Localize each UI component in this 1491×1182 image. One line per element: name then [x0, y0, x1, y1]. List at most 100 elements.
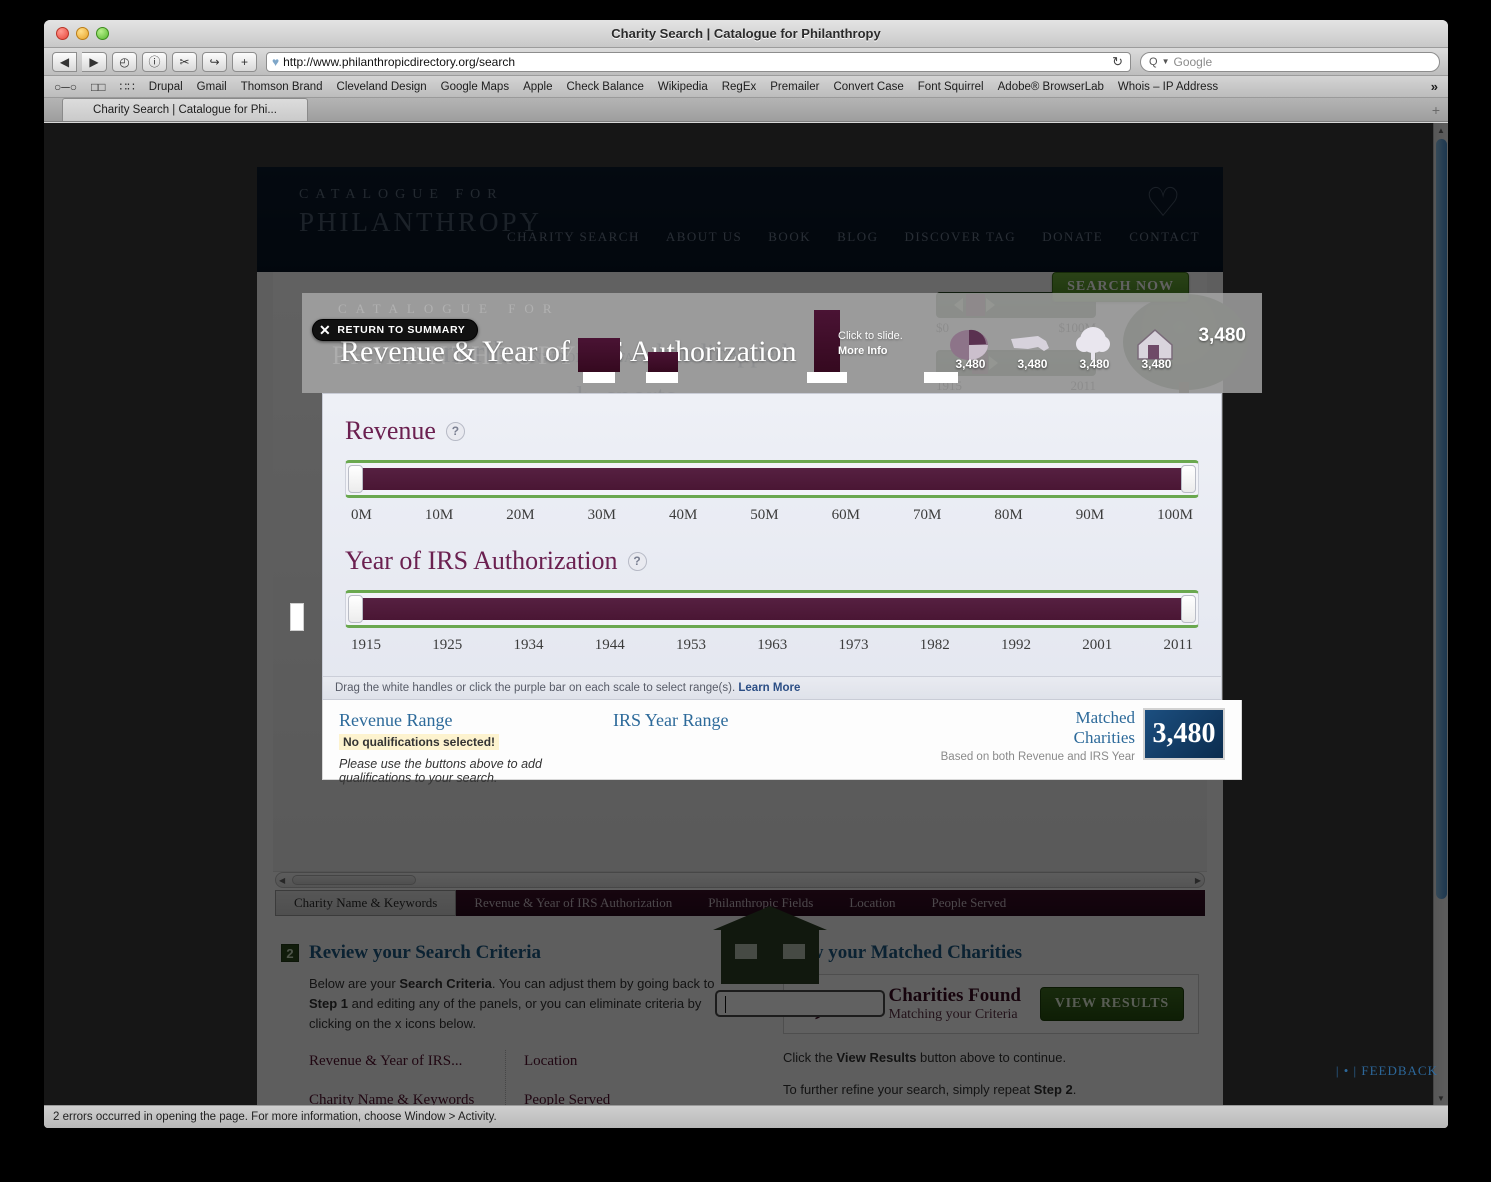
info-icon[interactable]: ⓘ	[142, 51, 167, 72]
revenue-tick: 10M	[424, 507, 454, 523]
window-controls[interactable]	[56, 27, 109, 40]
revenue-range-title: Revenue Range	[339, 710, 453, 730]
search-icon: Q	[1149, 55, 1158, 68]
share-icon[interactable]: ↪	[202, 51, 227, 72]
house-icon[interactable]: 3,480	[1132, 325, 1180, 371]
bookmark-thomson-brand[interactable]: Thomson Brand	[241, 81, 323, 93]
header-slider-handle-2[interactable]	[646, 352, 678, 383]
irs-year-tick: 1953	[676, 637, 706, 653]
revenue-tick: 60M	[831, 507, 860, 523]
feedback-widget[interactable]: | • | FEEDBACK	[1336, 1063, 1438, 1079]
grid-icon[interactable]: ∷∷	[120, 80, 135, 94]
bookmarks-bar: ○─○ □□ ∷∷ Drupal Gmail Thomson Brand Cle…	[44, 76, 1448, 98]
return-to-summary-label: RETURN TO SUMMARY	[337, 324, 466, 336]
search-placeholder: Google	[1173, 54, 1213, 69]
bookmark-adobe-browserlab[interactable]: Adobe® BrowserLab	[998, 81, 1104, 93]
bookmark-drupal[interactable]: Drupal	[149, 81, 183, 93]
bookmark-cleveland-design[interactable]: Cleveland Design	[337, 81, 427, 93]
irs-year-slider-handle-left[interactable]	[348, 595, 363, 623]
bookmark-google-maps[interactable]: Google Maps	[441, 81, 509, 93]
handle-bar	[814, 310, 840, 372]
help-icon[interactable]: ?	[627, 551, 647, 571]
revenue-slider-handle-left[interactable]	[348, 465, 363, 493]
irs-year-tick-labels: 1915 1925 1934 1944 1953 1963 1973 1982 …	[351, 637, 1193, 654]
massachusetts-map-icon[interactable]: 3,480	[1008, 325, 1056, 371]
reload-icon[interactable]: ↻	[1112, 54, 1125, 70]
handle-tab	[924, 372, 958, 383]
bookmark-convert-case[interactable]: Convert Case	[833, 81, 903, 93]
revenue-slider-handle-right[interactable]	[1181, 465, 1196, 493]
chevron-down-icon[interactable]: ▼	[1162, 57, 1170, 66]
revenue-tick: 70M	[913, 507, 942, 523]
back-button[interactable]: ◀	[52, 51, 77, 72]
irs-year-section-title: Year of IRS Authorization ?	[345, 546, 1199, 576]
site-favicon-icon: ♥	[272, 54, 280, 69]
bookmark-gmail[interactable]: Gmail	[197, 81, 227, 93]
revenue-tick: 40M	[668, 507, 698, 523]
matched-charities-widget: Matched Charities Based on both Revenue …	[941, 708, 1225, 763]
slider-instruction-text: Drag the white handles or click the purp…	[335, 682, 736, 694]
irs-year-label: Year of IRS Authorization	[345, 546, 618, 575]
revenue-slider[interactable]	[345, 460, 1199, 498]
house-count: 3,480	[1141, 357, 1172, 371]
bookmark-check-balance[interactable]: Check Balance	[567, 81, 644, 93]
revenue-tick: 80M	[994, 507, 1023, 523]
bookmark-wikipedia[interactable]: Wikipedia	[658, 81, 708, 93]
matched-label-line1: Matched	[1075, 708, 1135, 727]
bookmark-apple[interactable]: Apple	[523, 81, 552, 93]
pie-chart-icon[interactable]: 3,480	[946, 325, 994, 371]
feedback-handle-icon[interactable]: | • |	[1336, 1063, 1357, 1078]
irs-year-slider[interactable]	[345, 590, 1199, 628]
book-icon[interactable]: □□	[91, 80, 106, 94]
snapshot-icon[interactable]: ✂	[172, 51, 197, 72]
revenue-section-title: Revenue ?	[345, 416, 1199, 446]
maximize-window-button[interactable]	[96, 27, 109, 40]
add-bookmark-button[interactable]: +	[232, 51, 257, 72]
matched-label-line2: Charities	[1073, 727, 1135, 747]
address-bar-text: http://www.philanthropicdirectory.org/se…	[283, 54, 516, 69]
header-slider-handle-4[interactable]	[924, 372, 958, 383]
revenue-label: Revenue	[345, 416, 436, 445]
header-slider-handle-1[interactable]	[578, 338, 620, 383]
irs-year-tick: 2001	[1082, 637, 1113, 653]
revenue-range-summary: Revenue Range No qualifications selected…	[339, 710, 609, 785]
irs-year-slider-handle-right[interactable]	[1181, 595, 1196, 623]
massachusetts-map-count: 3,480	[1017, 357, 1048, 371]
irs-year-slider-fill[interactable]	[358, 598, 1186, 620]
reading-glasses-icon[interactable]: ○─○	[54, 80, 77, 94]
revenue-tick: 90M	[1075, 507, 1105, 523]
bookmark-premailer[interactable]: Premailer	[770, 81, 819, 93]
browser-toolbar: ◀ ▶ ◴ ⓘ ✂ ↪ + ♥ http://www.philanthropic…	[44, 48, 1448, 76]
revenue-slider-fill[interactable]	[358, 468, 1186, 490]
return-to-summary-button[interactable]: ✕ RETURN TO SUMMARY	[312, 319, 479, 341]
close-window-button[interactable]	[56, 27, 69, 40]
search-bar[interactable]: Q ▼ Google	[1140, 51, 1440, 72]
bookmark-whois-ip-address[interactable]: Whois – IP Address	[1118, 81, 1218, 93]
tree-icon[interactable]: 3,480	[1070, 325, 1118, 371]
address-bar[interactable]: ♥ http://www.philanthropicdirectory.org/…	[266, 51, 1131, 72]
minimize-window-button[interactable]	[76, 27, 89, 40]
irs-year-tick: 1934	[513, 637, 544, 653]
window-titlebar: Charity Search | Catalogue for Philanthr…	[44, 20, 1448, 48]
handle-bar	[578, 338, 620, 372]
forward-button[interactable]: ▶	[82, 51, 107, 72]
history-icon[interactable]: ◴	[112, 51, 137, 72]
irs-year-tick: 1982	[919, 637, 950, 653]
irs-year-range-title: IRS Year Range	[613, 710, 729, 730]
tab-charity-search[interactable]: Charity Search | Catalogue for Phi...	[62, 98, 308, 121]
more-info-link[interactable]: More Info	[838, 345, 888, 357]
handle-tab	[807, 372, 847, 383]
bookmark-font-squirrel[interactable]: Font Squirrel	[918, 81, 984, 93]
new-tab-button[interactable]: +	[1432, 102, 1440, 118]
bookmark-regex[interactable]: RegEx	[722, 81, 757, 93]
revenue-tick: 50M	[750, 507, 779, 523]
irs-year-tick: 1992	[1001, 637, 1031, 653]
no-qualifications-badge: No qualifications selected!	[339, 734, 500, 750]
browser-status-bar: 2 errors occurred in opening the page. F…	[44, 1105, 1448, 1128]
modal-left-stub	[290, 603, 304, 631]
help-icon[interactable]: ?	[445, 421, 465, 441]
irs-year-tick: 1973	[838, 637, 869, 653]
bookmarks-overflow-icon[interactable]: »	[1431, 79, 1438, 94]
irs-year-tick: 1963	[757, 637, 788, 653]
learn-more-link[interactable]: Learn More	[738, 682, 800, 694]
